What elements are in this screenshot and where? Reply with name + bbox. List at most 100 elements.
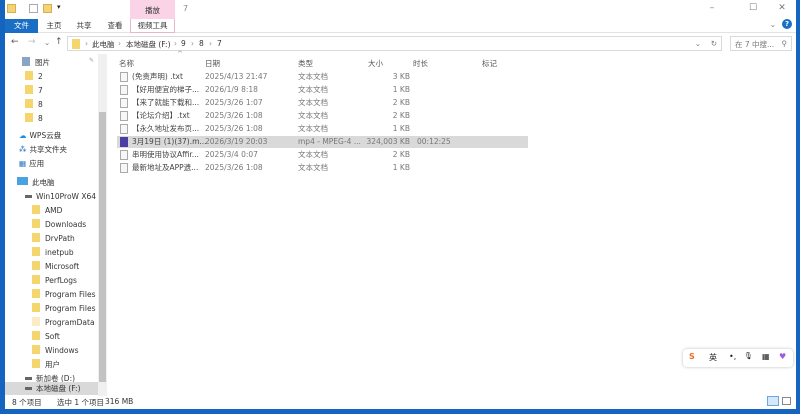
nav-label: 本地磁盘 (F:): [36, 384, 81, 393]
file-size: 2 KB: [392, 111, 410, 120]
file-name: 【永久地址发布页...: [132, 124, 200, 133]
nav-label: 共享文件夹: [29, 145, 68, 154]
properties-icon[interactable]: [29, 4, 38, 13]
nav-item-folder[interactable]: PerfLogs: [32, 274, 77, 287]
column-size[interactable]: 大小: [368, 58, 383, 69]
nav-item-apps[interactable]: ▦ 应用: [19, 157, 44, 170]
nav-item-7[interactable]: 7: [25, 84, 43, 97]
nav-item-folder[interactable]: 用户: [32, 358, 60, 371]
nav-item-wps-cloud[interactable]: ☁ WPS云盘: [19, 129, 61, 142]
nav-item-shared-folder[interactable]: ⁂ 共享文件夹: [19, 143, 67, 156]
tab-view[interactable]: 查看: [104, 19, 126, 33]
nav-item-pictures[interactable]: 图片: [22, 56, 50, 69]
file-row[interactable]: 【论坛介绍】.txt 2025/3/26 1:08 文本文档 2 KB: [117, 110, 528, 122]
punctuation-icon[interactable]: •,: [729, 352, 736, 361]
back-button[interactable]: ←: [11, 37, 19, 47]
nav-item-8b[interactable]: 8: [25, 112, 43, 125]
folder-icon: [32, 219, 40, 228]
search-input[interactable]: 在 7 中搜... ⚲: [730, 36, 792, 51]
address-dropdown-icon[interactable]: ⌄: [695, 39, 701, 48]
breadcrumb-8[interactable]: 8: [199, 39, 204, 48]
file-size: 1 KB: [392, 163, 410, 172]
breadcrumb-separator: ›: [85, 39, 88, 48]
nav-item-folder[interactable]: inetpub: [32, 246, 74, 259]
apps-icon: ▦: [19, 159, 27, 168]
nav-item-8[interactable]: 8: [25, 98, 43, 111]
help-icon[interactable]: ?: [782, 19, 792, 29]
column-name[interactable]: 名称: [119, 58, 134, 69]
nav-item-2[interactable]: 2: [25, 70, 43, 83]
customize-toolbar-icon[interactable]: ▾: [57, 3, 61, 11]
nav-item-folder[interactable]: Program Files (x8: [32, 302, 107, 315]
file-type: 文本文档: [298, 111, 328, 120]
folder-icon[interactable]: [7, 4, 16, 13]
nav-label: 7: [38, 86, 43, 95]
nav-label: Downloads: [45, 220, 87, 229]
large-icons-view-button[interactable]: [782, 397, 791, 405]
file-type: 文本文档: [298, 163, 328, 172]
pin-icon[interactable]: ✎: [89, 57, 94, 64]
forward-button[interactable]: →: [28, 37, 36, 47]
nav-label: Win10ProW X64 (C: [36, 192, 107, 201]
close-button[interactable]: ✕: [775, 3, 789, 13]
ime-language-toggle[interactable]: 英: [709, 352, 717, 363]
text-file-icon: [120, 72, 128, 82]
up-button[interactable]: ↑: [55, 37, 63, 47]
file-row[interactable]: 串明使用协议Affir... 2025/3/4 0:07 文本文档 2 KB: [117, 149, 528, 161]
new-folder-icon[interactable]: [43, 4, 52, 13]
breadcrumb-this-pc[interactable]: 此电脑: [92, 39, 115, 50]
nav-item-folder[interactable]: Program Files: [32, 288, 96, 301]
file-row[interactable]: 3月19日 (1)(37).m... 2026/3/19 20:03 mp4 - M…: [117, 136, 528, 148]
refresh-icon[interactable]: ↻: [711, 39, 717, 48]
file-row[interactable]: 【永久地址发布页... 2025/3/26 1:08 文本文档 1 KB: [117, 123, 528, 135]
minimize-button[interactable]: –: [705, 3, 719, 13]
file-date: 2025/4/13 21:47: [205, 72, 268, 81]
file-row[interactable]: 【来了就能下载和... 2025/3/26 1:07 文本文档 2 KB: [117, 97, 528, 109]
nav-scrollbar-thumb[interactable]: [99, 112, 106, 382]
details-view-button[interactable]: [767, 396, 779, 406]
nav-item-folder[interactable]: DrvPath: [32, 232, 75, 245]
nav-item-folder[interactable]: Windows: [32, 344, 78, 357]
skin-icon[interactable]: ♥: [779, 352, 786, 361]
nav-item-folder[interactable]: Soft: [32, 330, 60, 343]
nav-item-folder[interactable]: Downloads: [32, 218, 86, 231]
nav-item-drive-c[interactable]: Win10ProW X64 (C: [25, 190, 107, 203]
text-file-icon: [120, 111, 128, 121]
recent-locations-button[interactable]: ⌄: [44, 38, 50, 47]
folder-icon: [32, 275, 40, 284]
nav-label: 8: [38, 114, 43, 123]
breadcrumb-9[interactable]: 9: [181, 39, 186, 48]
tab-home[interactable]: 主页: [43, 19, 65, 33]
folder-icon: [32, 247, 40, 256]
nav-item-folder[interactable]: Microsoft: [32, 260, 79, 273]
nav-label: 此电脑: [32, 178, 55, 187]
breadcrumb-drive-f[interactable]: 本地磁盘 (F:): [126, 39, 171, 50]
breadcrumb-7[interactable]: 7: [217, 39, 222, 48]
column-date[interactable]: 日期: [205, 58, 220, 69]
expand-ribbon-icon[interactable]: ⌄: [770, 20, 776, 29]
nav-label: 2: [38, 72, 43, 81]
nav-label: 图片: [35, 58, 50, 67]
tab-video-tools[interactable]: 视频工具: [130, 19, 175, 33]
file-size: 2 KB: [392, 98, 410, 107]
column-tags[interactable]: 标记: [482, 58, 497, 69]
sogou-logo-icon[interactable]: S: [689, 352, 695, 361]
tab-share[interactable]: 共享: [73, 19, 95, 33]
tab-file[interactable]: 文件: [5, 19, 38, 33]
file-row[interactable]: (免责声明) .txt 2025/4/13 21:47 文本文档 3 KB: [117, 71, 528, 83]
file-row[interactable]: 【好用便宜的梯子... 2026/1/9 8:18 文本文档 1 KB: [117, 84, 528, 96]
microphone-icon[interactable]: 🎙: [744, 352, 753, 360]
maximize-button[interactable]: ☐: [746, 3, 760, 13]
nav-item-drive-f[interactable]: 本地磁盘 (F:): [5, 382, 98, 395]
keyboard-icon[interactable]: ▦: [762, 352, 770, 361]
file-size: 2 KB: [392, 150, 410, 159]
nav-item-folder[interactable]: AMD: [32, 204, 62, 217]
column-type[interactable]: 类型: [298, 58, 313, 69]
nav-item-folder[interactable]: ProgramData: [32, 316, 95, 329]
file-date: 2026/3/19 20:03: [205, 137, 268, 146]
address-bar[interactable]: › 此电脑 › 本地磁盘 (F:) › 9 › 8 › 7 ⌄ ↻: [67, 36, 722, 51]
file-row[interactable]: 最新地址及APP遗... 2025/3/26 1:08 文本文档 1 KB: [117, 162, 528, 174]
file-date: 2025/3/26 1:08: [205, 111, 263, 120]
column-duration[interactable]: 时长: [413, 58, 428, 69]
nav-item-this-pc[interactable]: 此电脑: [17, 176, 55, 189]
